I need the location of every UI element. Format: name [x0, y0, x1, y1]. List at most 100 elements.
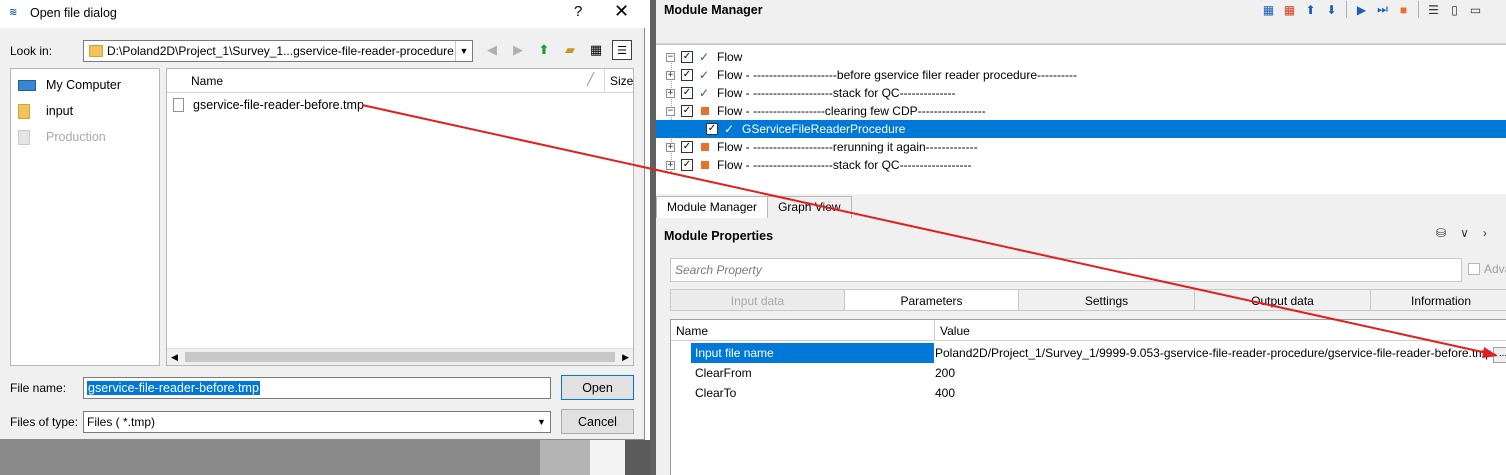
- folder-icon: [89, 45, 103, 57]
- tree-row-label: Flow: [717, 50, 743, 64]
- look-in-label: Look in:: [10, 44, 53, 58]
- tree-row-flow[interactable]: + ✓ ✓ Flow - --------------------stack f…: [656, 84, 1506, 102]
- list-view-icon[interactable]: ▦: [586, 40, 606, 60]
- collapse-icon[interactable]: −: [666, 52, 675, 62]
- advanced-toggle[interactable]: Adva: [1468, 262, 1506, 276]
- dialog-titlebar[interactable]: ≋ Open file dialog ? ✕: [0, 0, 645, 28]
- tree-row-flow[interactable]: + ✓ Flow - --------------------stack for…: [656, 156, 1506, 174]
- files-of-type-value: Files ( *.tmp): [87, 415, 156, 429]
- tree-row-flow[interactable]: + ✓ Flow - --------------------rerunning…: [656, 138, 1506, 156]
- run-step-icon[interactable]: ⏭: [1374, 1, 1391, 18]
- remove-module-icon[interactable]: ▦: [1281, 1, 1298, 18]
- property-name: ClearTo: [695, 386, 737, 400]
- parent-folder-icon[interactable]: ⬆: [534, 40, 554, 60]
- file-list-header: Name ╱ Size: [167, 69, 633, 93]
- add-module-icon[interactable]: ▦: [1260, 1, 1277, 18]
- tree-row-flow[interactable]: − ✓ Flow - ------------------clearing fe…: [656, 102, 1506, 120]
- column-divider: [604, 69, 605, 93]
- new-folder-icon[interactable]: ▰: [560, 40, 580, 60]
- file-icon: [173, 98, 184, 112]
- search-property-input[interactable]: Search Property: [670, 258, 1462, 282]
- checkbox[interactable]: ✓: [681, 159, 693, 171]
- tree-row-module-selected[interactable]: ✓ ✓ GServiceFileReaderProcedure: [656, 120, 1506, 138]
- tree-row-flow[interactable]: + ✓ ✓ Flow - ---------------------before…: [656, 66, 1506, 84]
- detail-view-icon[interactable]: ☰: [612, 40, 632, 60]
- expand-icon[interactable]: +: [666, 142, 675, 152]
- place-input[interactable]: input: [18, 101, 73, 121]
- chevron-right-icon[interactable]: ›: [1483, 226, 1487, 240]
- property-table: Name Value Input file name Poland2D/Proj…: [670, 319, 1506, 475]
- place-my-computer[interactable]: My Computer: [18, 75, 121, 95]
- run-icon[interactable]: ▶: [1353, 1, 1370, 18]
- stop-icon[interactable]: ■: [1395, 1, 1412, 18]
- tab-settings[interactable]: Settings: [1018, 289, 1195, 311]
- tab-information[interactable]: Information: [1370, 289, 1506, 311]
- file-name-input[interactable]: gservice-file-reader-before.tmp: [83, 377, 551, 399]
- place-production[interactable]: Production: [18, 127, 106, 147]
- column-header-name[interactable]: Name: [671, 320, 935, 341]
- look-in-combo[interactable]: D:\Poland2D\Project_1\Survey_1...gservic…: [83, 40, 473, 62]
- status-ok-icon: ✓: [724, 122, 735, 136]
- collapse-icon[interactable]: −: [666, 106, 675, 116]
- close-button[interactable]: ✕: [614, 1, 629, 22]
- property-row-clearto[interactable]: ClearTo 400: [671, 383, 1506, 403]
- chevron-down-icon[interactable]: ∨: [1460, 226, 1469, 240]
- folder-icon: [18, 129, 30, 145]
- forward-icon[interactable]: ▶: [508, 40, 528, 60]
- tab-output-data[interactable]: Output data: [1194, 289, 1371, 311]
- checkbox[interactable]: ✓: [706, 123, 718, 135]
- column-resize-handle[interactable]: ╱: [587, 72, 594, 86]
- tab-graph-view[interactable]: Graph View: [767, 196, 852, 218]
- expand-icon[interactable]: +: [666, 70, 675, 80]
- property-value[interactable]: Poland2D/Project_1/Survey_1/9999-9.053-g…: [935, 343, 1495, 363]
- log-icon[interactable]: ☰: [1425, 1, 1442, 18]
- expand-icon[interactable]: +: [666, 160, 675, 170]
- property-value[interactable]: 200: [935, 363, 1495, 383]
- move-down-icon[interactable]: ⬇: [1323, 1, 1340, 18]
- status-warning-icon: [701, 107, 709, 115]
- status-ok-icon: ✓: [699, 86, 710, 100]
- module-manager-subbar: [656, 22, 1506, 44]
- tab-input-data[interactable]: Input data: [670, 289, 845, 311]
- tab-module-manager[interactable]: Module Manager: [656, 196, 769, 218]
- column-header-value[interactable]: Value: [935, 320, 975, 341]
- checkbox[interactable]: ✓: [681, 141, 693, 153]
- file-item[interactable]: gservice-file-reader-before.tmp: [173, 96, 364, 114]
- open-file-dialog: ≋ Open file dialog ? ✕ Look in: D:\Polan…: [0, 0, 645, 440]
- property-row-input-file[interactable]: Input file name Poland2D/Project_1/Surve…: [671, 343, 1506, 363]
- chevron-down-icon[interactable]: ▼: [455, 41, 472, 61]
- tree-row-label: Flow - --------------------stack for QC-…: [717, 86, 956, 100]
- property-name: ClearFrom: [695, 366, 752, 380]
- browse-button[interactable]: ...: [1493, 347, 1506, 363]
- back-icon[interactable]: ◀: [482, 40, 502, 60]
- places-sidebar: My Computer input Production: [10, 68, 160, 366]
- tree-row-flow[interactable]: − ✓ ✓ Flow: [656, 48, 1506, 66]
- move-up-icon[interactable]: ⬆: [1302, 1, 1319, 18]
- scroll-right-icon[interactable]: ▶: [622, 352, 629, 363]
- background-desktop: [540, 440, 590, 475]
- chevron-down-icon[interactable]: ▼: [533, 412, 550, 432]
- scroll-thumb[interactable]: [185, 352, 615, 362]
- checkbox[interactable]: ✓: [681, 87, 693, 99]
- checkbox[interactable]: ✓: [681, 69, 693, 81]
- tree-row-label: GServiceFileReaderProcedure: [742, 122, 906, 136]
- horizontal-scrollbar[interactable]: ◀ ▶: [167, 348, 633, 365]
- column-header-size[interactable]: Size: [610, 74, 633, 88]
- scroll-left-icon[interactable]: ◀: [171, 352, 178, 363]
- cancel-button[interactable]: Cancel: [561, 409, 634, 434]
- expand-icon[interactable]: +: [666, 88, 675, 98]
- tab-parameters[interactable]: Parameters: [844, 289, 1019, 311]
- checkbox[interactable]: ✓: [681, 51, 693, 63]
- property-value[interactable]: 400: [935, 383, 1495, 403]
- property-row-clearfrom[interactable]: ClearFrom 200: [671, 363, 1506, 383]
- checkbox[interactable]: ✓: [681, 105, 693, 117]
- dialog-title: Open file dialog: [30, 6, 117, 20]
- files-of-type-combo[interactable]: Files ( *.tmp) ▼: [83, 411, 551, 433]
- advanced-checkbox[interactable]: [1468, 263, 1480, 275]
- database-icon[interactable]: ⛁: [1436, 226, 1446, 240]
- open-button[interactable]: Open: [561, 375, 634, 400]
- clipboard-icon[interactable]: ▯: [1446, 1, 1463, 18]
- window-icon[interactable]: ▭: [1467, 1, 1484, 18]
- column-header-name[interactable]: Name: [191, 74, 223, 88]
- help-button[interactable]: ?: [574, 3, 582, 20]
